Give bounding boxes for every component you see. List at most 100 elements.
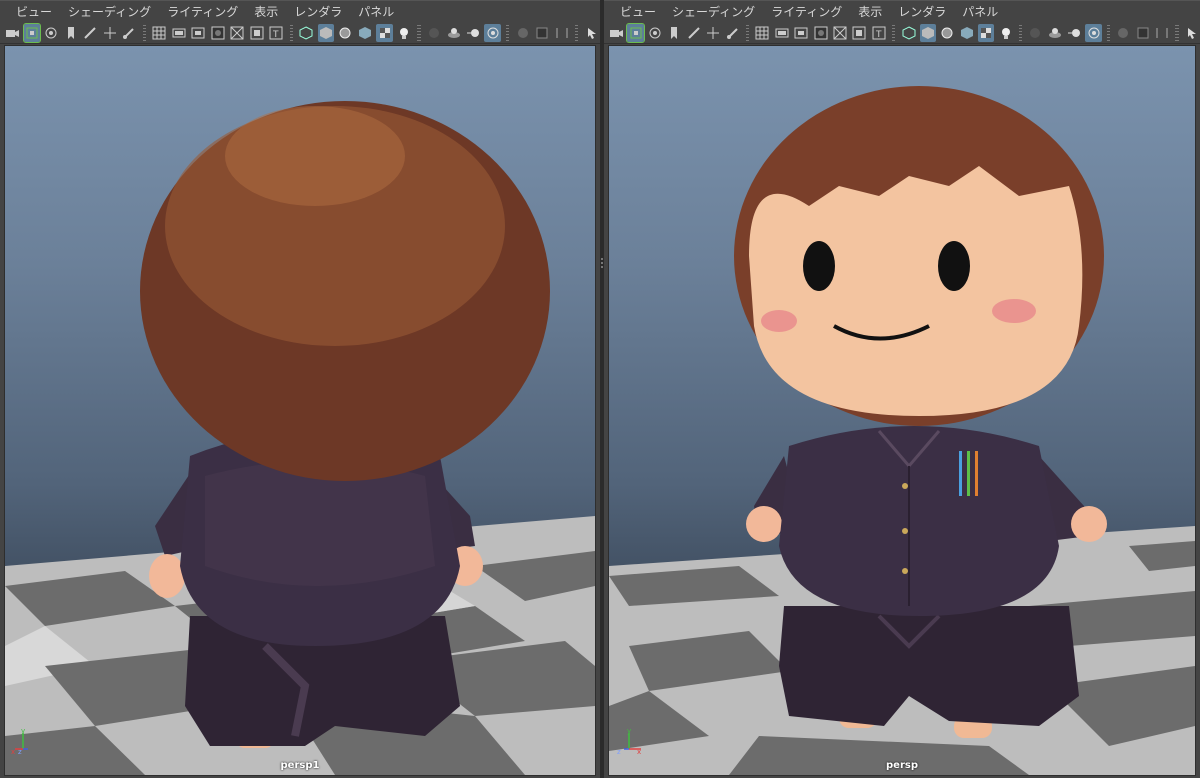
depth-of-field-icon[interactable] bbox=[1115, 24, 1131, 42]
smooth-shade-icon[interactable] bbox=[317, 23, 335, 42]
pencil-icon[interactable] bbox=[686, 24, 702, 42]
axis-gizmo: y z x bbox=[617, 727, 641, 756]
isolate-select-icon[interactable] bbox=[534, 24, 551, 42]
viewport-panel-right: ビュー シェーディング ライティング 表示 レンダラ パネル T y z x p… bbox=[604, 0, 1200, 778]
xray-icon[interactable] bbox=[1154, 24, 1170, 42]
camera-icon[interactable] bbox=[608, 24, 624, 42]
anti-alias-icon[interactable] bbox=[484, 23, 501, 42]
axis-y-label: y bbox=[627, 727, 631, 735]
camera-attr-icon[interactable] bbox=[43, 24, 60, 42]
anti-alias-icon[interactable] bbox=[1085, 23, 1102, 42]
safe-action-icon[interactable] bbox=[851, 24, 867, 42]
menu-view[interactable]: ビュー bbox=[612, 1, 664, 23]
axis-x-label: x bbox=[11, 748, 15, 756]
brush-icon[interactable] bbox=[121, 24, 138, 42]
axis-z-label: z bbox=[18, 748, 22, 756]
safe-title-icon[interactable]: T bbox=[268, 24, 285, 42]
toolbar-separator bbox=[1175, 24, 1179, 41]
motion-blur-icon[interactable] bbox=[465, 24, 482, 42]
camera-name-label: persp1 bbox=[280, 760, 320, 771]
grid-icon[interactable] bbox=[151, 24, 168, 42]
safe-title-icon[interactable]: T bbox=[871, 24, 887, 42]
toolbar-separator bbox=[505, 24, 510, 41]
camera-icon[interactable] bbox=[4, 24, 21, 42]
screen-space-ao-icon[interactable] bbox=[1047, 24, 1063, 42]
menu-panels[interactable]: パネル bbox=[954, 1, 1006, 23]
menu-lighting[interactable]: ライティング bbox=[159, 1, 246, 23]
xray-icon[interactable] bbox=[553, 24, 570, 42]
bookmark-icon[interactable] bbox=[666, 24, 682, 42]
axis-x-label: x bbox=[637, 748, 641, 756]
shadows-icon[interactable] bbox=[426, 24, 443, 42]
axis-z-label: z bbox=[617, 748, 621, 756]
field-chart-icon[interactable] bbox=[229, 24, 246, 42]
use-lights-icon[interactable] bbox=[997, 24, 1013, 42]
film-gate-icon[interactable] bbox=[774, 24, 790, 42]
scene-back-view bbox=[5, 101, 595, 775]
wireframe-icon[interactable] bbox=[900, 24, 916, 42]
menu-renderer[interactable]: レンダラ bbox=[890, 1, 954, 23]
brush-icon[interactable] bbox=[724, 24, 740, 42]
gate-mask-icon[interactable] bbox=[210, 24, 227, 42]
menu-view[interactable]: ビュー bbox=[8, 1, 60, 23]
wire-on-shaded-icon[interactable] bbox=[337, 24, 354, 42]
wire-on-shaded-icon[interactable] bbox=[939, 24, 955, 42]
camera-lock-icon[interactable] bbox=[626, 22, 645, 43]
menu-shading[interactable]: シェーディング bbox=[664, 1, 763, 23]
panel-toolbar: T bbox=[0, 22, 600, 44]
toolbar-separator bbox=[142, 24, 147, 41]
select-icon[interactable] bbox=[583, 24, 600, 42]
menu-show[interactable]: 表示 bbox=[246, 1, 286, 23]
panel-toolbar: T bbox=[604, 22, 1200, 44]
panel-menubar: ビュー シェーディング ライティング 表示 レンダラ パネル bbox=[604, 0, 1200, 22]
default-material-icon[interactable] bbox=[357, 24, 374, 42]
viewport-persp1[interactable]: y x z persp1 bbox=[4, 45, 596, 776]
scene-front-view bbox=[609, 86, 1195, 775]
viewport-persp[interactable]: y z x persp bbox=[608, 45, 1196, 776]
default-material-icon[interactable] bbox=[959, 24, 975, 42]
menu-lighting[interactable]: ライティング bbox=[763, 1, 850, 23]
resolution-gate-icon[interactable] bbox=[190, 24, 207, 42]
smooth-shade-icon[interactable] bbox=[919, 23, 937, 42]
isolate-select-icon[interactable] bbox=[1135, 24, 1151, 42]
axis-y-label: y bbox=[21, 727, 25, 735]
menu-panels[interactable]: パネル bbox=[350, 1, 402, 23]
toolbar-separator bbox=[574, 24, 579, 41]
toolbar-separator bbox=[1018, 24, 1023, 41]
textured-icon[interactable] bbox=[376, 23, 393, 42]
film-gate-icon[interactable] bbox=[171, 24, 188, 42]
wireframe-icon[interactable] bbox=[298, 24, 315, 42]
toolbar-separator bbox=[1106, 24, 1111, 41]
camera-attr-icon[interactable] bbox=[647, 24, 663, 42]
gate-mask-icon[interactable] bbox=[812, 24, 828, 42]
safe-action-icon[interactable] bbox=[249, 24, 266, 42]
select-icon[interactable] bbox=[1184, 24, 1200, 42]
menu-shading[interactable]: シェーディング bbox=[60, 1, 159, 23]
screen-space-ao-icon[interactable] bbox=[445, 24, 462, 42]
svg-text:T: T bbox=[875, 30, 882, 40]
toolbar-separator bbox=[289, 24, 294, 41]
motion-blur-icon[interactable] bbox=[1066, 24, 1082, 42]
toolbar-separator bbox=[417, 24, 421, 41]
bookmark-icon[interactable] bbox=[63, 24, 80, 42]
textured-icon[interactable] bbox=[977, 23, 995, 42]
grid-icon[interactable] bbox=[754, 24, 770, 42]
field-chart-icon[interactable] bbox=[832, 24, 848, 42]
resolution-gate-icon[interactable] bbox=[793, 24, 809, 42]
pencil-icon[interactable] bbox=[82, 24, 99, 42]
menu-show[interactable]: 表示 bbox=[850, 1, 890, 23]
camera-lock-icon[interactable] bbox=[22, 22, 42, 43]
move-icon[interactable] bbox=[705, 24, 721, 42]
svg-text:T: T bbox=[272, 30, 279, 40]
use-lights-icon[interactable] bbox=[396, 24, 413, 42]
viewport-panel-left: ビュー シェーディング ライティング 表示 レンダラ パネル T y x z p… bbox=[0, 0, 600, 778]
shadows-icon[interactable] bbox=[1027, 24, 1043, 42]
character-front bbox=[734, 86, 1107, 738]
toolbar-separator bbox=[891, 24, 896, 41]
camera-name-label: persp bbox=[886, 760, 918, 771]
toolbar-separator bbox=[745, 24, 750, 41]
axis-gizmo: y x z bbox=[11, 727, 28, 756]
menu-renderer[interactable]: レンダラ bbox=[286, 1, 350, 23]
depth-of-field-icon[interactable] bbox=[514, 24, 531, 42]
move-icon[interactable] bbox=[102, 24, 119, 42]
